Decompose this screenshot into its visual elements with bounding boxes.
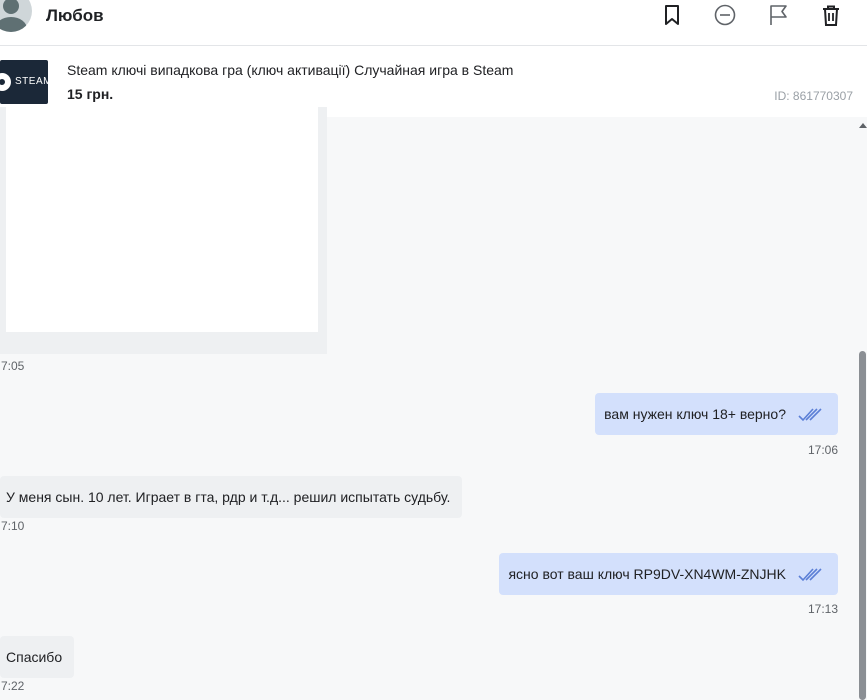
incoming-message: У меня сын. 10 лет. Играет в гта, рдр и … bbox=[0, 476, 463, 518]
incoming-message: Спасибо bbox=[0, 636, 75, 678]
message-text: ясно вот ваш ключ RP9DV-XN4WM-ZNJHK bbox=[508, 566, 786, 582]
thumbnail-text: STEAM bbox=[15, 76, 48, 87]
user-name[interactable]: Любов bbox=[46, 6, 104, 26]
read-checks-icon bbox=[798, 568, 822, 582]
read-checks-icon bbox=[798, 408, 822, 422]
message-time: 17:06 bbox=[807, 443, 838, 457]
message-text: У меня сын. 10 лет. Играет в гта, рдр и … bbox=[6, 489, 451, 505]
attached-image[interactable] bbox=[6, 107, 318, 332]
chat-header: Любов bbox=[0, 0, 867, 46]
product-id: ID: 861770307 bbox=[774, 89, 853, 103]
message-text: Спасибо bbox=[6, 649, 63, 665]
message-time: 7:10 bbox=[1, 519, 25, 533]
bookmark-icon[interactable] bbox=[661, 4, 683, 26]
scrollbar-thumb[interactable] bbox=[859, 351, 866, 700]
message-time: 7:05 bbox=[1, 359, 25, 373]
outgoing-message: ясно вот ваш ключ RP9DV-XN4WM-ZNJHK bbox=[499, 553, 838, 595]
product-price: 15 грн. bbox=[67, 86, 114, 102]
trash-icon[interactable] bbox=[820, 4, 842, 26]
message-list[interactable]: 7:05 вам нужен ключ 18+ верно? 17:06 У м… bbox=[0, 107, 867, 700]
message-time: 7:22 bbox=[1, 679, 25, 693]
chat-scrollbar[interactable] bbox=[857, 117, 867, 700]
product-title[interactable]: Steam ключі випадкова гра (ключ активаці… bbox=[67, 62, 513, 78]
block-icon[interactable] bbox=[714, 4, 736, 26]
flag-icon[interactable] bbox=[767, 4, 789, 26]
image-message[interactable] bbox=[0, 107, 327, 354]
scroll-up-arrow-icon[interactable] bbox=[859, 123, 867, 128]
outgoing-message: вам нужен ключ 18+ верно? bbox=[595, 393, 838, 435]
product-thumbnail[interactable]: STEAM bbox=[0, 60, 48, 104]
avatar[interactable] bbox=[0, 0, 32, 32]
message-text: вам нужен ключ 18+ верно? bbox=[604, 406, 786, 422]
message-time: 17:13 bbox=[807, 602, 838, 616]
steam-logo-icon bbox=[0, 73, 11, 91]
